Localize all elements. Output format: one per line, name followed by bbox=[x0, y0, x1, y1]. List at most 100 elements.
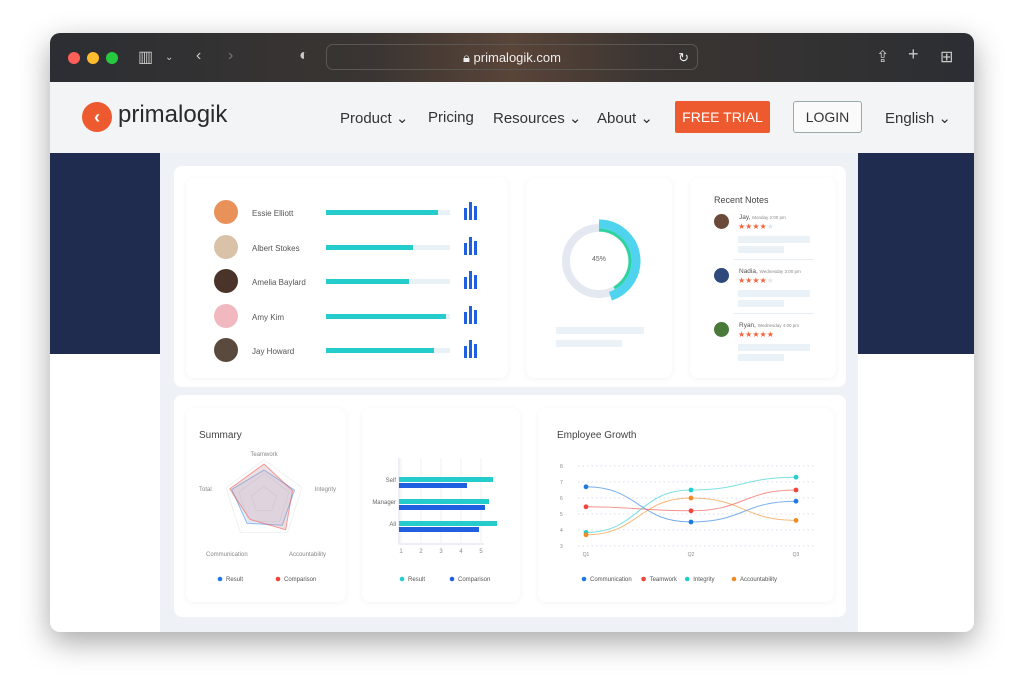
share-icon[interactable]: ⇪ bbox=[876, 47, 889, 67]
maximize-button[interactable] bbox=[106, 52, 118, 64]
nav-product[interactable]: Product ⌄ bbox=[340, 109, 408, 127]
progress-fill bbox=[326, 313, 447, 319]
bar-chart-icon[interactable] bbox=[464, 202, 478, 220]
data-point bbox=[583, 484, 589, 490]
legend-label: Comparison bbox=[284, 577, 316, 583]
legend-marker bbox=[581, 576, 587, 582]
data-point bbox=[583, 532, 589, 538]
y-tick-label: 6 bbox=[560, 496, 563, 502]
sidebar-icon[interactable]: ▥ bbox=[138, 47, 153, 67]
category-label: All bbox=[389, 522, 396, 528]
placeholder-line bbox=[556, 327, 644, 334]
free-trial-button[interactable]: FREE TRIAL bbox=[675, 101, 770, 133]
note-header: Jay, Monday 2:00 pm bbox=[739, 214, 786, 221]
avatar bbox=[714, 268, 729, 283]
legend-label: Comparison bbox=[458, 577, 490, 583]
url-text: primalogik.com bbox=[473, 50, 561, 65]
legend-marker bbox=[399, 576, 405, 582]
x-tick-label: Q1 bbox=[583, 552, 590, 558]
bar-chart-icon[interactable] bbox=[464, 271, 478, 289]
bar bbox=[399, 521, 497, 526]
shield-icon[interactable]: ◐ bbox=[299, 47, 309, 65]
legend-label: Result bbox=[226, 577, 243, 583]
nav-pricing[interactable]: Pricing bbox=[428, 109, 474, 126]
tabs-overview-icon[interactable]: ⊞ bbox=[940, 47, 953, 67]
x-tick-label: Q3 bbox=[793, 552, 800, 558]
bar bbox=[399, 527, 479, 532]
progress-track bbox=[326, 279, 450, 284]
y-tick-label: 5 bbox=[560, 512, 563, 518]
bar-chart-card: 1 2 3 4 5 Self Manager All Result Comparison bbox=[362, 408, 520, 602]
line-chart: 3 4 5 6 7 8 Q1 Q2 Q3 Communication Teamwork Integri… bbox=[560, 464, 814, 583]
progress-fill bbox=[326, 244, 413, 250]
progress-fill bbox=[326, 348, 434, 353]
placeholder-line bbox=[738, 290, 810, 297]
notes-title: Recent Notes bbox=[714, 195, 769, 205]
radar-axis-label: Accountability bbox=[289, 552, 326, 558]
legend-marker bbox=[275, 576, 281, 582]
logo-icon[interactable]: ‹ bbox=[82, 102, 112, 132]
x-tick-label: 3 bbox=[439, 549, 443, 555]
login-button[interactable]: LOGIN bbox=[793, 101, 862, 133]
reload-icon[interactable]: ↻ bbox=[678, 45, 689, 70]
legend-label: Result bbox=[408, 577, 425, 583]
progress-track bbox=[326, 348, 450, 353]
bar-chart-icon[interactable] bbox=[464, 340, 478, 358]
placeholder-line bbox=[738, 344, 810, 351]
data-point bbox=[793, 518, 799, 523]
radar-axis-label: Integrity bbox=[315, 487, 336, 493]
avatar bbox=[214, 338, 238, 362]
legend-label: Communication bbox=[590, 577, 632, 583]
chevron-down-icon[interactable]: ⌄ bbox=[165, 52, 173, 63]
bar-chart-icon[interactable] bbox=[464, 236, 478, 255]
legend-label: Accountability bbox=[740, 577, 777, 583]
note-header: Ryan, Wednesday 4:00 pm bbox=[739, 322, 799, 329]
data-point bbox=[688, 519, 694, 525]
site-nav: ‹ primalogik Product ⌄ Pricing Resources… bbox=[50, 82, 974, 153]
bar bbox=[399, 477, 493, 482]
language-select[interactable]: English ⌄ bbox=[885, 109, 951, 127]
forward-icon[interactable]: › bbox=[228, 47, 233, 65]
placeholder-line bbox=[738, 246, 784, 253]
logo-text[interactable]: primalogik bbox=[118, 101, 227, 129]
avatar bbox=[214, 234, 238, 259]
data-point bbox=[583, 504, 589, 510]
data-point bbox=[793, 487, 799, 493]
radar-axis-label: Total bbox=[199, 487, 212, 493]
donut-card: 45% bbox=[526, 178, 672, 378]
minimize-button[interactable] bbox=[87, 52, 99, 64]
bar bbox=[399, 483, 467, 488]
radar-chart: Teamwork Integrity Accountability Communica… bbox=[199, 452, 336, 583]
divider bbox=[734, 259, 814, 260]
x-tick-label: 2 bbox=[419, 549, 423, 555]
note-time: Wednesday 3:00 pm bbox=[759, 269, 801, 274]
nav-about[interactable]: About ⌄ bbox=[597, 109, 653, 127]
address-bar[interactable]: 🔒︎ primalogik.com ↻ bbox=[326, 44, 698, 70]
progress-track bbox=[326, 210, 450, 215]
nav-resources[interactable]: Resources ⌄ bbox=[493, 109, 581, 127]
avatar bbox=[714, 214, 729, 229]
x-tick-label: 1 bbox=[399, 549, 403, 555]
y-tick-label: 7 bbox=[560, 480, 563, 486]
placeholder-line bbox=[738, 300, 784, 307]
recent-notes-card: Recent Notes Jay, Monday 2:00 pm ★★★★★ N… bbox=[690, 178, 836, 378]
close-button[interactable] bbox=[68, 52, 80, 64]
progress-fill bbox=[326, 279, 410, 284]
note-author: Jay, bbox=[739, 214, 751, 221]
back-icon[interactable]: ‹ bbox=[196, 47, 201, 65]
employee-growth-card: Employee Growth 3 4 5 6 7 8 Q1 Q2 Q3 Communicatio… bbox=[538, 408, 834, 602]
data-point bbox=[688, 487, 694, 493]
avatar bbox=[214, 303, 238, 328]
lock-icon: 🔒︎ bbox=[463, 50, 474, 65]
legend-marker bbox=[641, 576, 646, 582]
new-tab-icon[interactable]: + bbox=[908, 44, 919, 65]
legend-marker bbox=[217, 576, 223, 582]
data-point bbox=[688, 508, 694, 514]
person-name: Jay Howard bbox=[252, 347, 295, 356]
legend-label: Teamwork bbox=[650, 577, 678, 583]
browser-window: ▥ ⌄ ‹ › ◐ 🔒︎ primalogik.com ↻ ⇪ + ⊞ ‹ pri… bbox=[50, 33, 974, 632]
radar-axis-label: Teamwork bbox=[250, 452, 278, 458]
bar-chart-icon[interactable] bbox=[464, 305, 478, 324]
category-label: Self bbox=[386, 478, 397, 484]
x-tick-label: 5 bbox=[479, 549, 483, 555]
